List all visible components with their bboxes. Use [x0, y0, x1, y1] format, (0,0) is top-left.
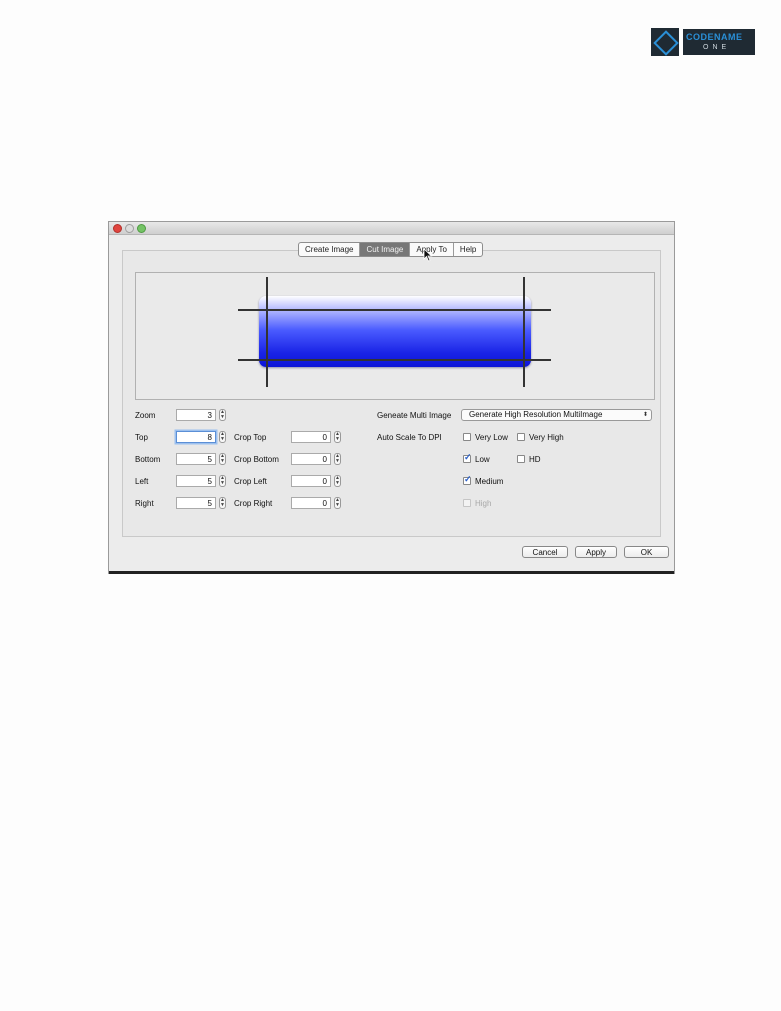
crop-left-label: Crop Left: [234, 477, 267, 486]
tab-create-image[interactable]: Create Image: [299, 243, 361, 256]
low-label: Low: [475, 455, 490, 464]
right-field[interactable]: 5: [176, 497, 216, 509]
top-label: Top: [135, 433, 148, 442]
very-low-checkbox[interactable]: [463, 433, 471, 441]
very-low-label: Very Low: [475, 433, 508, 442]
guide-line-top[interactable]: [238, 309, 551, 311]
stepper-arrows-icon[interactable]: ▲ ▼: [334, 497, 341, 509]
stepper-arrows-icon[interactable]: ▲ ▼: [219, 409, 226, 421]
multi-image-select[interactable]: Generate High Resolution MultiImage ⬍: [461, 409, 652, 421]
crop-right-field[interactable]: 0: [291, 497, 331, 509]
crop-bottom-field[interactable]: 0: [291, 453, 331, 465]
medium-label: Medium: [475, 477, 504, 486]
crop-top-label: Crop Top: [234, 433, 267, 442]
stepper-arrows-icon[interactable]: ▲ ▼: [219, 475, 226, 487]
stepper-arrows-icon[interactable]: ▲ ▼: [219, 431, 226, 443]
guide-line-right[interactable]: [523, 277, 525, 387]
window-bottom-edge: [109, 571, 674, 574]
minimize-window-button[interactable]: [125, 224, 134, 233]
close-window-button[interactable]: [113, 224, 122, 233]
cancel-button[interactable]: Cancel: [522, 546, 568, 558]
mouse-pointer-icon: [423, 248, 433, 262]
auto-scale-label: Auto Scale To DPI: [377, 433, 442, 442]
low-checkbox[interactable]: [463, 452, 472, 463]
multi-image-select-value: Generate High Resolution MultiImage: [469, 410, 603, 419]
high-label: High: [475, 499, 492, 508]
high-checkbox: [463, 499, 471, 507]
stepper-arrows-icon[interactable]: ▲ ▼: [219, 453, 226, 465]
apply-button[interactable]: Apply: [575, 546, 617, 558]
bottom-field[interactable]: 5: [176, 453, 216, 465]
zoom-label: Zoom: [135, 411, 156, 420]
window-titlebar: [109, 222, 674, 235]
preview-image: [259, 296, 531, 367]
logo-wordmark: CODENAME ONE: [683, 29, 755, 55]
very-high-checkbox[interactable]: [517, 433, 525, 441]
updown-caret-icon: ⬍: [642, 412, 648, 418]
top-field[interactable]: 8: [176, 431, 216, 443]
tab-bar: Create Image Cut Image Apply To Help: [298, 242, 484, 257]
crop-bottom-label: Crop Bottom: [234, 455, 279, 464]
codename-one-logo: CODENAME ONE: [651, 28, 755, 58]
right-label: Right: [135, 499, 154, 508]
guide-line-left[interactable]: [266, 277, 268, 387]
crop-top-field[interactable]: 0: [291, 431, 331, 443]
left-field[interactable]: 5: [176, 475, 216, 487]
maximize-window-button[interactable]: [137, 224, 146, 233]
hd-label: HD: [529, 455, 541, 464]
stepper-arrows-icon[interactable]: ▲ ▼: [334, 475, 341, 487]
crop-left-field[interactable]: 0: [291, 475, 331, 487]
crop-right-label: Crop Right: [234, 499, 273, 508]
logo-mark-icon: [651, 28, 679, 56]
tab-help[interactable]: Help: [454, 243, 482, 256]
left-label: Left: [135, 477, 149, 486]
very-high-label: Very High: [529, 433, 564, 442]
bottom-label: Bottom: [135, 455, 161, 464]
stepper-arrows-icon[interactable]: ▲ ▼: [219, 497, 226, 509]
image-border-dialog: Create Image Cut Image Apply To Help Zoo…: [108, 221, 675, 574]
medium-checkbox[interactable]: [463, 474, 472, 485]
hd-checkbox[interactable]: [517, 455, 525, 463]
image-preview: [135, 272, 655, 400]
ok-button[interactable]: OK: [624, 546, 669, 558]
tab-cut-image[interactable]: Cut Image: [360, 243, 411, 256]
multi-image-label: Geneate Multi Image: [377, 411, 452, 420]
zoom-field[interactable]: 3: [176, 409, 216, 421]
guide-line-bottom[interactable]: [238, 359, 551, 361]
stepper-arrows-icon[interactable]: ▲ ▼: [334, 453, 341, 465]
stepper-arrows-icon[interactable]: ▲ ▼: [334, 431, 341, 443]
